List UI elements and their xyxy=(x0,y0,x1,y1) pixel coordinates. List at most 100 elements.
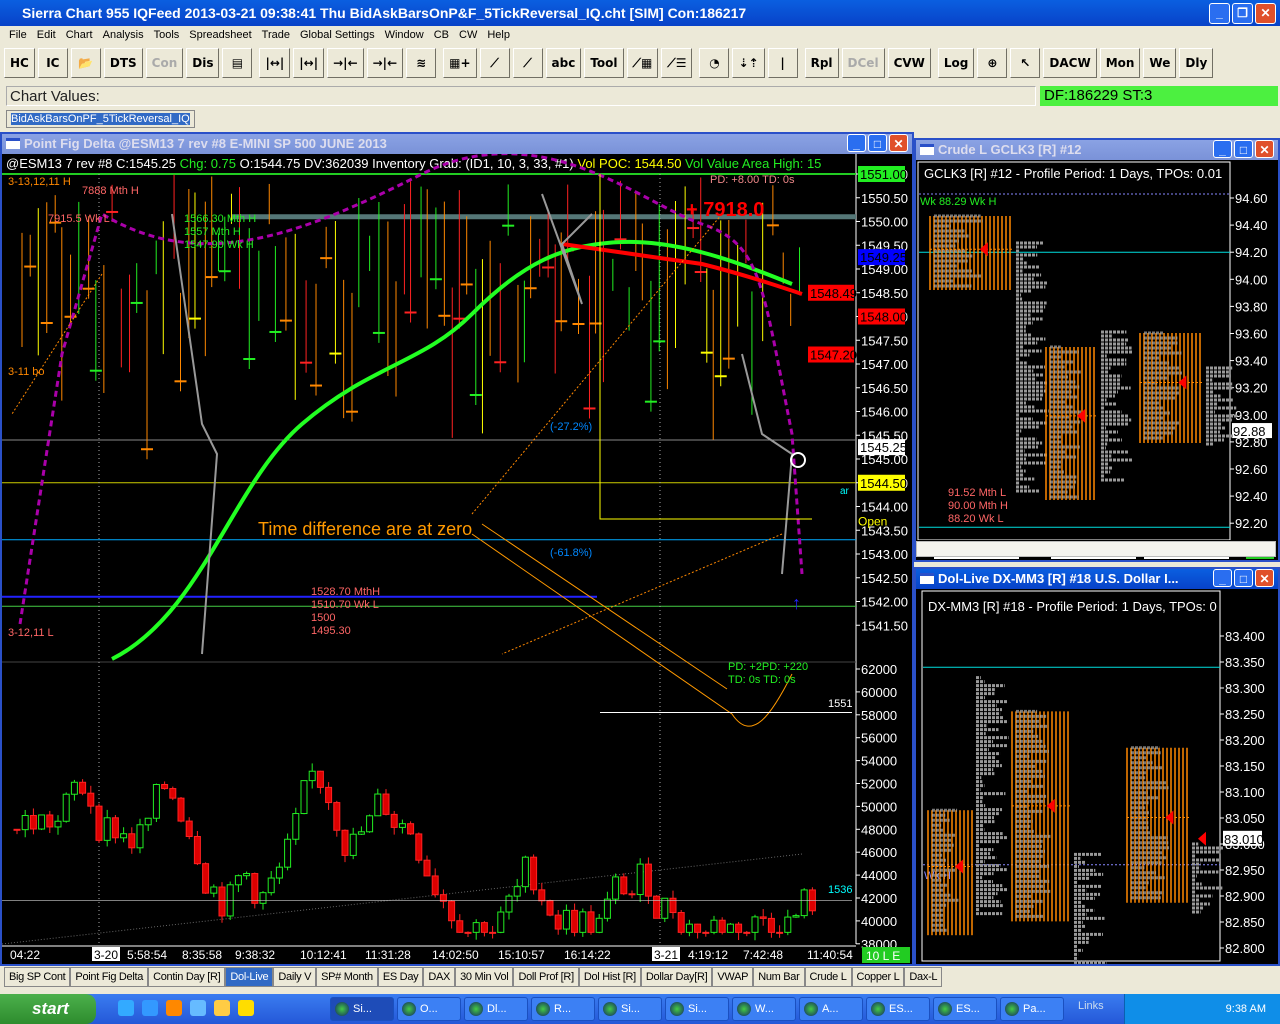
tab-big-sp-cont[interactable]: Big SP Cont xyxy=(4,967,71,987)
toolbar-button-7[interactable]: |↔| xyxy=(259,48,291,78)
menu-trade[interactable]: Trade xyxy=(257,26,295,44)
menu-spreadsheet[interactable]: Spreadsheet xyxy=(184,26,256,44)
toolbar-button-14[interactable]: ⟋ xyxy=(512,48,543,78)
tab-dax-l[interactable]: Dax-L xyxy=(904,967,943,987)
start-button[interactable]: start xyxy=(0,994,96,1024)
toolbar-button-17[interactable]: ⟋▦ xyxy=(626,48,659,78)
toolbar-button-13[interactable]: ⟋ xyxy=(479,48,510,78)
tab-dol-hist-r-[interactable]: Dol Hist [R] xyxy=(578,967,641,987)
toolbar-button-16[interactable]: Tool xyxy=(584,48,624,78)
links-toolbar[interactable]: Links xyxy=(1078,1000,1104,1012)
tab-copper-l[interactable]: Copper L xyxy=(851,967,905,987)
toolbar-button-22[interactable]: Rpl xyxy=(804,48,839,78)
tab-contin-day-r-[interactable]: Contin Day [R] xyxy=(148,967,226,987)
quicklaunch-icon[interactable] xyxy=(142,1000,158,1016)
taskbar-task[interactable]: ES... xyxy=(866,997,930,1021)
toolbar-button-21[interactable]: | xyxy=(767,48,798,78)
toolbar-button-27[interactable]: ↖ xyxy=(1010,48,1041,78)
taskbar-task[interactable]: Dl... xyxy=(464,997,528,1021)
toolbar-button-3[interactable]: DTS xyxy=(103,48,143,78)
toolbar-button-6[interactable]: ▤ xyxy=(222,48,253,78)
menu-help[interactable]: Help xyxy=(482,26,515,44)
menu-edit[interactable]: Edit xyxy=(32,26,61,44)
crude-chart-canvas[interactable]: GCLK3 [R] #12 - Profile Period: 1 Days, … xyxy=(916,160,1278,560)
quicklaunch-icon[interactable] xyxy=(238,1000,254,1016)
tab-dollar-day-r-[interactable]: Dollar Day[R] xyxy=(640,967,713,987)
toolbar-button-12[interactable]: ▦+ xyxy=(443,48,477,78)
taskbar-task[interactable]: O... xyxy=(397,997,461,1021)
crude-scrollbar[interactable] xyxy=(916,541,1276,557)
annotation-l6: 1547.90 Wk H xyxy=(184,239,254,251)
toolbar-button-9[interactable]: →|← xyxy=(327,48,364,78)
menu-file[interactable]: File xyxy=(4,26,32,44)
candle xyxy=(259,892,267,904)
toolbar-button-11[interactable]: ≋ xyxy=(406,48,437,78)
toolbar-button-18[interactable]: ⟋☰ xyxy=(661,48,693,78)
tab-daily-v[interactable]: Daily V xyxy=(273,967,317,987)
tab-dax[interactable]: DAX xyxy=(423,967,456,987)
maximize-button[interactable]: □ xyxy=(1234,569,1253,587)
quicklaunch-icon[interactable] xyxy=(166,1000,182,1016)
taskbar-task[interactable]: W... xyxy=(732,997,796,1021)
toolbar-button-1[interactable]: IC xyxy=(37,48,68,78)
toolbar-button-15[interactable]: abc xyxy=(545,48,582,78)
toolbar-button-30[interactable]: We xyxy=(1143,48,1177,78)
toolbar-button-28[interactable]: DACW xyxy=(1043,48,1097,78)
tab-es-day[interactable]: ES Day xyxy=(377,967,424,987)
toolbar-button-10[interactable]: →|← xyxy=(366,48,404,78)
toolbar-button-29[interactable]: Mon xyxy=(1099,48,1141,78)
taskbar-task[interactable]: Pa... xyxy=(1000,997,1064,1021)
tab-crude-l[interactable]: Crude L xyxy=(804,967,852,987)
minimize-button[interactable]: _ xyxy=(1209,3,1230,24)
taskbar-task[interactable]: Si... xyxy=(330,997,394,1021)
chartbook-tab[interactable]: BidAskBarsOnPF_5TickReversal_IQ xyxy=(6,110,195,128)
toolbar-button-8[interactable]: |↔| xyxy=(293,48,325,78)
tab-point-fig-delta[interactable]: Point Fig Delta xyxy=(70,967,149,987)
toolbar-button-31[interactable]: Dly xyxy=(1179,48,1214,78)
menu-global-settings[interactable]: Global Settings xyxy=(295,26,380,44)
tab-sp-month[interactable]: SP# Month xyxy=(316,967,378,987)
tab-30-min-vol[interactable]: 30 Min Vol xyxy=(455,967,514,987)
toolbar-button-19[interactable]: ◔ xyxy=(699,48,730,78)
restore-button[interactable]: ❐ xyxy=(1232,3,1253,24)
menu-cb[interactable]: CB xyxy=(429,26,454,44)
menu-window[interactable]: Window xyxy=(380,26,429,44)
maximize-button[interactable]: □ xyxy=(1234,140,1253,158)
toolbar-button-26[interactable]: ⊕ xyxy=(977,48,1008,78)
tab-dol-live[interactable]: Dol-Live xyxy=(225,967,274,987)
menu-tools[interactable]: Tools xyxy=(149,26,185,44)
toolbar-button-5[interactable]: Dis xyxy=(186,48,220,78)
taskbar-task[interactable]: R... xyxy=(531,997,595,1021)
taskbar-task[interactable]: Si... xyxy=(598,997,662,1021)
close-button[interactable]: ✕ xyxy=(1255,569,1274,587)
minimize-button[interactable]: _ xyxy=(1213,569,1232,587)
minimize-button[interactable]: _ xyxy=(847,134,866,152)
close-button[interactable]: ✕ xyxy=(1255,3,1276,24)
quicklaunch-icon[interactable] xyxy=(190,1000,206,1016)
toolbar-button-23[interactable]: DCel xyxy=(841,48,885,78)
tab-doll-prof-r-[interactable]: Doll Prof [R] xyxy=(513,967,579,987)
toolbar-button-0[interactable]: HC xyxy=(4,48,35,78)
volume-tick-label: 50000 xyxy=(861,799,897,814)
toolbar-button-4[interactable]: Con xyxy=(145,48,184,78)
taskbar-task[interactable]: ES... xyxy=(933,997,997,1021)
close-button[interactable]: ✕ xyxy=(889,134,908,152)
toolbar-button-24[interactable]: CVW xyxy=(887,48,931,78)
menu-chart[interactable]: Chart xyxy=(61,26,98,44)
close-button[interactable]: ✕ xyxy=(1255,140,1274,158)
tab-vwap[interactable]: VWAP xyxy=(712,967,754,987)
taskbar-task[interactable]: A... xyxy=(799,997,863,1021)
toolbar-button-2[interactable]: 📂 xyxy=(70,48,101,78)
main-chart-canvas[interactable]: @ESM13 7 rev #8 C:1545.25 Chg: 0.75 O:15… xyxy=(2,154,912,964)
quicklaunch-icon[interactable] xyxy=(118,1000,134,1016)
tab-num-bar[interactable]: Num Bar xyxy=(753,967,805,987)
menu-cw[interactable]: CW xyxy=(454,26,482,44)
quicklaunch-icon[interactable] xyxy=(214,1000,230,1016)
toolbar-button-25[interactable]: Log xyxy=(937,48,975,78)
dol-chart-canvas[interactable]: DX-MM3 [R] #18 - Profile Period: 1 Days,… xyxy=(916,589,1278,964)
maximize-button[interactable]: □ xyxy=(868,134,887,152)
taskbar-task[interactable]: Si... xyxy=(665,997,729,1021)
toolbar-button-20[interactable]: ⇣⇡ xyxy=(732,48,765,78)
menu-analysis[interactable]: Analysis xyxy=(98,26,149,44)
minimize-button[interactable]: _ xyxy=(1213,140,1232,158)
